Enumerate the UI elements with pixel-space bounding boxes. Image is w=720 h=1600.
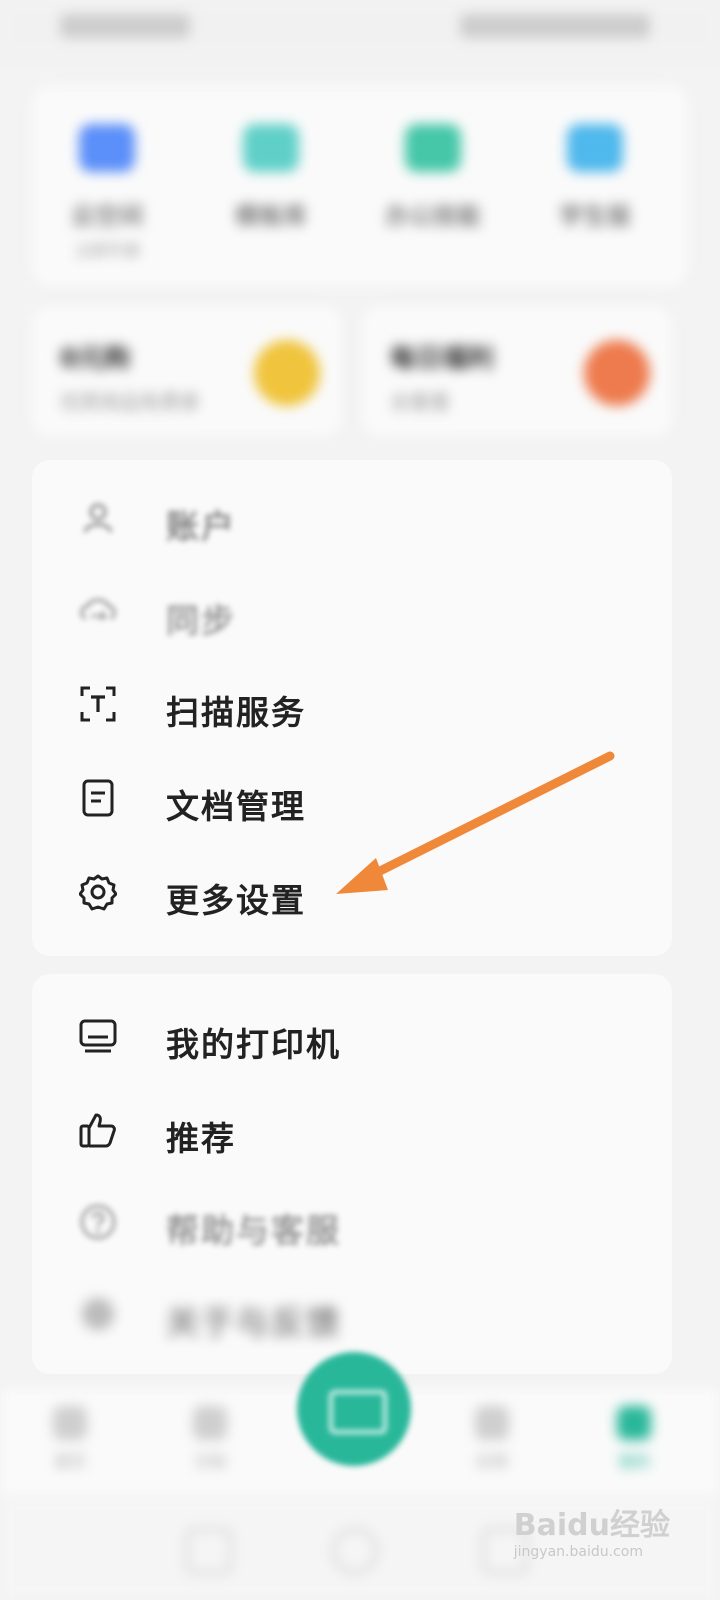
quick-item-label: 办公技能 xyxy=(385,202,481,230)
menu-item-more-settings[interactable]: 更多设置 xyxy=(32,848,672,938)
quick-item-label: 云空间 xyxy=(71,202,143,230)
nav-label: 应用 xyxy=(475,1452,508,1471)
sync-icon xyxy=(78,592,118,632)
quick-item-label: 学生版 xyxy=(559,202,631,230)
menu-item-recommend[interactable]: 推荐 xyxy=(32,1086,672,1176)
menu-item-my-printer[interactable]: 我的打印机 xyxy=(32,992,672,1082)
promo-card-free[interactable]: 0元购 优质商品免费拿 xyxy=(32,306,342,436)
menu-item-help[interactable]: 帮助与客服 xyxy=(32,1178,672,1268)
promo-title: 每日福利 xyxy=(390,344,495,374)
printer-icon xyxy=(78,1016,118,1056)
back-icon[interactable] xyxy=(186,1528,232,1574)
quick-item-templates[interactable]: 模板库 xyxy=(206,116,336,231)
menu-item-label: 同步 xyxy=(166,601,236,640)
gear-icon xyxy=(78,872,118,912)
info-icon xyxy=(78,1294,118,1334)
menu-item-scan-service[interactable]: 扫描服务 xyxy=(32,660,672,750)
nav-documents[interactable]: 文档 xyxy=(170,1406,250,1472)
user-icon xyxy=(78,498,118,538)
quick-item-student[interactable]: 学生版 xyxy=(530,116,660,231)
template-icon xyxy=(243,124,299,172)
menu-group-primary: 账户 同步 扫描服务 文档管理 更多设置 xyxy=(32,460,672,956)
nav-me[interactable]: 我的 xyxy=(594,1406,674,1472)
menu-item-sync[interactable]: 同步 xyxy=(32,568,672,658)
coin-icon xyxy=(254,340,320,406)
status-bar xyxy=(0,0,720,56)
menu-item-label: 我的打印机 xyxy=(166,1025,341,1064)
promo-title: 0元购 xyxy=(60,344,131,374)
quick-item-cloud[interactable]: 云空间 立即开通 xyxy=(42,116,172,261)
scan-text-icon xyxy=(78,684,118,724)
nav-label: 我的 xyxy=(617,1452,650,1471)
cloud-icon xyxy=(79,124,135,172)
menu-item-label: 推荐 xyxy=(166,1119,236,1158)
menu-item-label: 账户 xyxy=(166,507,236,546)
status-right-info xyxy=(460,14,650,38)
new-document-fab[interactable] xyxy=(297,1352,411,1466)
apps-icon xyxy=(475,1406,509,1440)
document-icon xyxy=(78,778,118,818)
skills-icon xyxy=(405,124,461,172)
gift-icon xyxy=(584,340,650,406)
watermark-main: Baidu经验 xyxy=(513,1508,670,1543)
menu-item-label: 文档管理 xyxy=(166,787,306,826)
thumbs-up-icon xyxy=(78,1110,118,1150)
promo-subtitle: 去看看 xyxy=(390,390,450,414)
menu-group-secondary: 我的打印机 推荐 帮助与客服 关于与反馈 xyxy=(32,974,672,1374)
quick-item-skills[interactable]: 办公技能 xyxy=(368,116,498,231)
menu-item-document-management[interactable]: 文档管理 xyxy=(32,754,672,844)
menu-item-label: 关于与反馈 xyxy=(166,1303,341,1342)
profile-icon xyxy=(617,1406,651,1440)
home-button-icon[interactable] xyxy=(332,1528,378,1574)
nav-label: 首页 xyxy=(53,1452,86,1471)
nav-apps[interactable]: 应用 xyxy=(452,1406,532,1472)
student-icon xyxy=(567,124,623,172)
document-nav-icon xyxy=(193,1406,227,1440)
menu-item-label: 扫描服务 xyxy=(166,693,306,732)
menu-item-label: 更多设置 xyxy=(166,881,306,920)
promo-subtitle: 优质商品免费拿 xyxy=(60,390,200,414)
menu-item-label: 帮助与客服 xyxy=(166,1211,341,1250)
watermark-sub: jingyan.baidu.com xyxy=(513,1544,643,1560)
watermark-logo: Baidu经验 jingyan.baidu.com xyxy=(514,1500,670,1560)
nav-home[interactable]: 首页 xyxy=(30,1406,110,1472)
help-icon xyxy=(78,1202,118,1242)
add-doc-icon xyxy=(329,1390,387,1434)
quick-actions-card: 云空间 立即开通 模板库 办公技能 学生版 xyxy=(32,86,688,286)
menu-item-about[interactable]: 关于与反馈 xyxy=(32,1270,672,1360)
home-icon xyxy=(53,1406,87,1440)
nav-label: 文档 xyxy=(193,1452,226,1471)
menu-item-account[interactable]: 账户 xyxy=(32,474,672,564)
promo-card-daily[interactable]: 每日福利 去看看 xyxy=(362,306,672,436)
status-left-info xyxy=(60,14,190,38)
quick-item-label: 模板库 xyxy=(235,202,307,230)
quick-item-sub: 立即开通 xyxy=(74,241,139,260)
